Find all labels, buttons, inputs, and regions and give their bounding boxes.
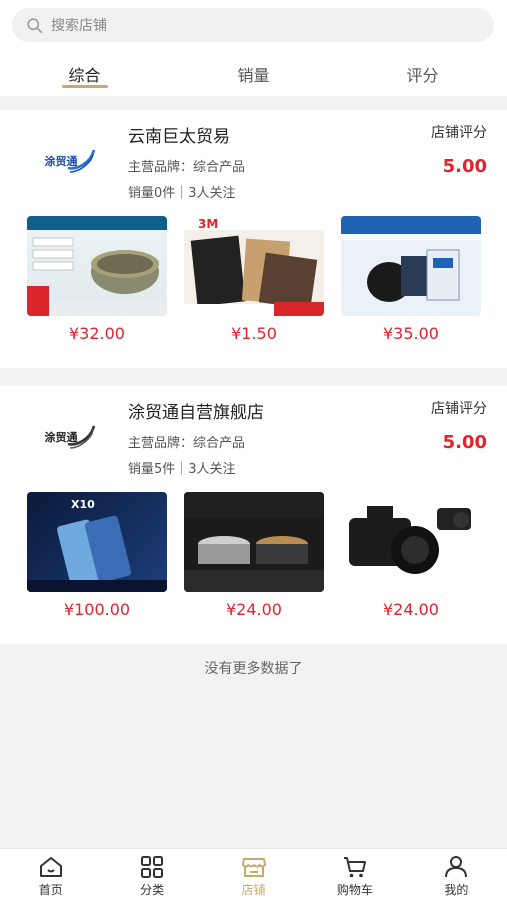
product-price: ¥32.00 [69, 324, 125, 343]
tabbar-item-mine[interactable]: 我的 [406, 849, 507, 900]
store-name[interactable]: 涂贸通自营旗舰店 [128, 398, 264, 423]
tabbar-item-category[interactable]: 分类 [101, 849, 202, 900]
tab-comprehensive[interactable]: 综合 [0, 56, 169, 90]
product-item[interactable]: ¥32.00 [27, 216, 167, 343]
home-icon [39, 857, 62, 877]
product-item[interactable]: ¥24.00 [341, 492, 481, 619]
svg-text:3M: 3M [198, 217, 218, 231]
tabbar-item-store[interactable]: 店铺 [203, 849, 304, 900]
swoosh-logo-icon [67, 425, 96, 449]
product-image[interactable] [341, 492, 481, 592]
product-list: X10 ¥100.00 ¥24.00 ¥24.00 [27, 492, 481, 619]
product-image[interactable] [184, 492, 324, 592]
category-icon [141, 856, 164, 878]
bottom-tabbar: 首页 分类 店铺 购物车 我的 [0, 848, 507, 900]
tab-sales[interactable]: 销量 [169, 56, 338, 90]
product-price: ¥24.00 [383, 600, 439, 619]
search-icon [27, 17, 43, 33]
product-image[interactable] [341, 216, 481, 316]
cart-icon [343, 857, 366, 878]
product-item[interactable]: ¥35.00 [341, 216, 481, 343]
store-card[interactable]: 涂贸通 云南巨太贸易 主营品牌：综合产品 销量0件｜3人关注 店铺评分 5.00 [0, 110, 507, 368]
search-input[interactable]: 搜索店铺 [51, 15, 107, 35]
search-bar[interactable]: 搜索店铺 [12, 8, 494, 42]
store-name[interactable]: 云南巨太贸易 [128, 122, 230, 147]
rating-label: 店铺评分 [431, 125, 487, 141]
store-sales: 销量0件｜3人关注 [128, 186, 236, 201]
tabbar-label: 购物车 [336, 883, 373, 897]
product-price: ¥24.00 [226, 600, 282, 619]
rating-label: 店铺评分 [431, 401, 487, 417]
top-header: 搜索店铺 综合 销量 评分 [0, 0, 507, 96]
product-image[interactable] [27, 216, 167, 316]
user-icon [445, 856, 468, 878]
store-brand: 主营品牌：综合产品 [128, 436, 246, 451]
product-image[interactable]: 3M [184, 216, 324, 316]
no-more-data-text: 没有更多数据了 [204, 661, 303, 677]
product-item[interactable]: X10 ¥100.00 [27, 492, 167, 619]
store-card[interactable]: 涂贸通 涂贸通自营旗舰店 主营品牌：综合产品 销量5件｜3人关注 店铺评分 5.… [0, 386, 507, 644]
product-price: ¥1.50 [231, 324, 277, 343]
tabbar-label: 分类 [140, 883, 165, 897]
product-image[interactable]: X10 [27, 492, 167, 592]
rating-value: 5.00 [442, 156, 487, 177]
tabbar-item-home[interactable]: 首页 [0, 849, 101, 900]
tabbar-label: 店铺 [241, 883, 266, 897]
swoosh-logo-icon [67, 149, 96, 173]
tabbar-label: 我的 [444, 883, 469, 897]
sort-tabs: 综合 销量 评分 [0, 56, 507, 90]
tabbar-item-cart[interactable]: 购物车 [304, 849, 405, 900]
product-item[interactable]: ¥24.00 [184, 492, 324, 619]
store-logo: 涂贸通 [22, 144, 100, 178]
rating-value: 5.00 [442, 432, 487, 453]
product-price: ¥100.00 [63, 600, 131, 619]
store-sales: 销量5件｜3人关注 [128, 462, 236, 477]
svg-text:X10: X10 [71, 498, 95, 511]
store-logo: 涂贸通 [22, 420, 100, 454]
store-brand: 主营品牌：综合产品 [128, 160, 246, 175]
product-list: ¥32.00 3M ¥1.50 ¥35.00 [27, 216, 481, 343]
product-price: ¥35.00 [383, 324, 439, 343]
store-icon [241, 858, 266, 877]
product-item[interactable]: 3M ¥1.50 [184, 216, 324, 343]
tabbar-label: 首页 [38, 883, 63, 897]
tab-rating[interactable]: 评分 [338, 56, 507, 90]
